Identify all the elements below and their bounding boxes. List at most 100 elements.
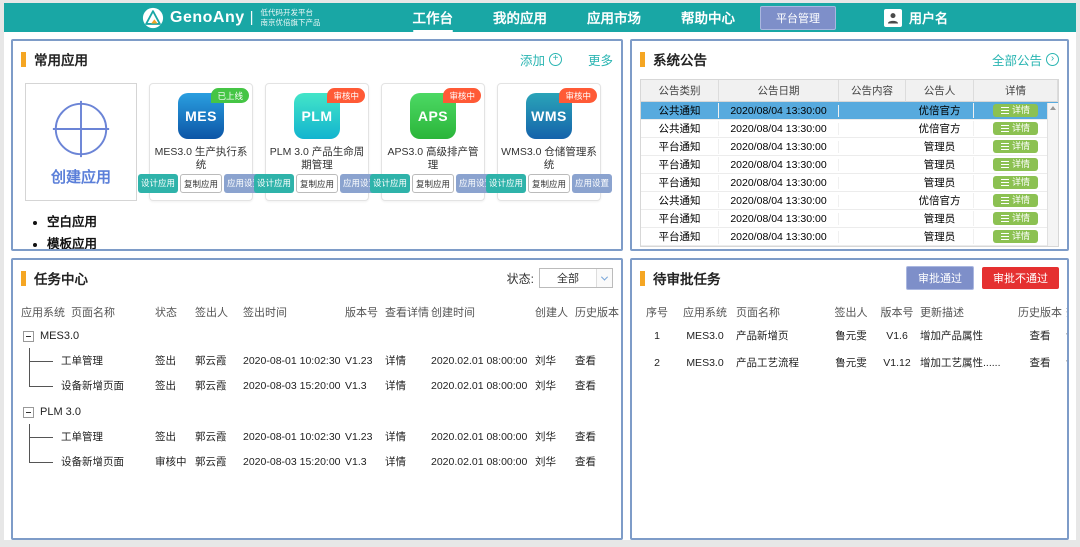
detail-link[interactable]: 详情 [385, 454, 431, 469]
status-badge: 审核中 [559, 88, 597, 103]
announcements-panel: 系统公告 全部公告 › 公告类别 公告日期 公告内容 公告人 详情 [630, 39, 1069, 251]
announcement-row[interactable]: 公共通知 2020/08/04 13:30:00 优倍官方 详情 [641, 192, 1058, 210]
announcement-row[interactable]: 公共通知 2020/08/04 13:30:00 优倍官方 详情 [641, 102, 1058, 120]
detail-button[interactable]: 详情 [993, 104, 1038, 117]
detail-link[interactable]: 详情 [385, 378, 431, 393]
logo-icon [142, 7, 164, 29]
history-link[interactable]: 查看 [575, 353, 613, 368]
detail-button[interactable]: 详情 [993, 122, 1038, 135]
add-app-link[interactable]: 添加 + [520, 50, 562, 69]
tagline-line2: 南京优倍旗下产品 [261, 18, 321, 27]
blank-app-item[interactable]: 空白应用 [47, 211, 613, 233]
table-scrollbar[interactable] [1047, 103, 1058, 246]
accent-bar [21, 52, 26, 67]
detail-link[interactable]: 详情 [385, 429, 431, 444]
status-badge: 已上线 [211, 88, 249, 103]
logo-tagline: 低代码开发平台 南京优倍旗下产品 [261, 8, 321, 27]
list-icon [1001, 107, 1009, 114]
detail-link[interactable]: 详情 [385, 353, 431, 368]
template-app-item[interactable]: 模板应用 [47, 233, 613, 251]
task-group-row: MES3.0 [21, 324, 613, 348]
nav-item-my-apps[interactable]: 我的应用 [493, 4, 547, 32]
design-app-button[interactable]: 设计应用 [138, 174, 178, 193]
task-row[interactable]: 设备新增页面 签出 郭云霞 2020-08-03 15:20:00 V1.3 详… [21, 373, 613, 398]
copy-app-button[interactable]: 复制应用 [296, 174, 338, 193]
approvals-header: 待审批任务 审批通过 审批不通过 [640, 266, 1059, 290]
plus-circle-icon: + [549, 53, 562, 66]
app-settings-button[interactable]: 应用设置 [572, 174, 612, 193]
history-link[interactable]: 查看 [575, 429, 613, 444]
detail-button[interactable]: 详情 [993, 158, 1038, 171]
more-apps-link[interactable]: 更多 [588, 50, 613, 69]
history-link[interactable]: 查看 [1014, 328, 1066, 343]
task-row[interactable]: 工单管理 签出 郭云霞 2020-08-01 10:02:30 V1.23 详情… [21, 348, 613, 373]
list-icon [1001, 161, 1009, 168]
user-menu[interactable]: 用户名 [884, 8, 948, 27]
list-icon [1001, 143, 1009, 150]
status-filter-select[interactable]: 全部 [539, 268, 613, 288]
collapse-icon[interactable] [23, 331, 34, 342]
approval-row[interactable]: 1 MES3.0 产品新增页 鲁元雯 V1.6 增加产品属性 查看 详情 [640, 322, 1059, 349]
list-icon [1001, 233, 1009, 240]
collapse-icon[interactable] [23, 407, 34, 418]
nav-item-workbench[interactable]: 工作台 [413, 4, 454, 32]
status-badge: 审核中 [327, 88, 365, 103]
group-name: MES3.0 [40, 330, 79, 342]
approval-row[interactable]: 2 MES3.0 产品工艺流程 鲁元雯 V1.12 增加工艺属性...... 查… [640, 349, 1059, 376]
list-icon [1001, 125, 1009, 132]
history-link[interactable]: 查看 [1014, 355, 1066, 370]
detail-button[interactable]: 详情 [993, 212, 1038, 225]
task-row[interactable]: 设备新增页面 审核中 郭云霞 2020-08-03 15:20:00 V1.3 … [21, 449, 613, 474]
app-card-wms[interactable]: 审核中 WMS WMS3.0 仓储管理系统 设计应用 复制应用 应用设置 [497, 83, 601, 201]
task-center-header: 任务中心 状态: 全部 [21, 266, 613, 290]
announcement-row[interactable]: 平台通知 2020/08/04 13:30:00 管理员 详情 [641, 228, 1058, 246]
common-apps-title: 常用应用 [34, 49, 88, 69]
detail-button[interactable]: 详情 [993, 230, 1038, 243]
detail-link[interactable]: 详情 [1066, 328, 1069, 343]
announcement-row[interactable]: 平台通知 2020/08/04 13:30:00 管理员 详情 [641, 174, 1058, 192]
tree-connector [29, 424, 61, 449]
announcement-row[interactable]: 平台通知 2020/08/04 13:30:00 管理员 详情 [641, 138, 1058, 156]
approvals-table-header: 序号 应用系统 页面名称 签出人 版本号 更新描述 历史版本 查看详情 [640, 302, 1059, 322]
nav-item-help-center[interactable]: 帮助中心 [681, 4, 735, 32]
app-card-mes[interactable]: 已上线 MES MES3.0 生产执行系统 设计应用 复制应用 应用设置 [149, 83, 253, 201]
design-app-button[interactable]: 设计应用 [486, 174, 526, 193]
announcements-table-header: 公告类别 公告日期 公告内容 公告人 详情 [641, 80, 1058, 102]
app-name: WMS3.0 仓储管理系统 [498, 146, 600, 172]
history-link[interactable]: 查看 [575, 454, 613, 469]
status-badge: 审核中 [443, 88, 481, 103]
scroll-up-icon[interactable] [1050, 106, 1056, 110]
create-app-label: 创建应用 [51, 166, 111, 187]
announcement-row[interactable]: 平台通知 2020/08/04 13:30:00 管理员 详情 [641, 156, 1058, 174]
detail-button[interactable]: 详情 [993, 140, 1038, 153]
accent-bar [640, 52, 645, 67]
detail-link[interactable]: 详情 [1066, 355, 1069, 370]
detail-button[interactable]: 详情 [993, 176, 1038, 189]
app-card-aps[interactable]: 审核中 APS APS3.0 高级排产管理 设计应用 复制应用 应用设置 [381, 83, 485, 201]
design-app-button[interactable]: 设计应用 [370, 174, 410, 193]
approve-button[interactable]: 审批通过 [906, 266, 974, 290]
avatar [884, 9, 902, 27]
copy-app-button[interactable]: 复制应用 [180, 174, 222, 193]
detail-button[interactable]: 详情 [993, 194, 1038, 207]
list-icon [1001, 179, 1009, 186]
logo: GenoAny | 低代码开发平台 南京优倍旗下产品 [142, 7, 321, 29]
design-app-button[interactable]: 设计应用 [254, 174, 294, 193]
announcement-row[interactable]: 公共通知 2020/08/04 13:30:00 优倍官方 详情 [641, 120, 1058, 138]
announcement-row[interactable]: 平台通知 2020/08/04 13:30:00 管理员 详情 [641, 210, 1058, 228]
nav-item-app-market[interactable]: 应用市场 [587, 4, 641, 32]
all-announcements-link[interactable]: 全部公告 › [992, 50, 1059, 69]
create-app-card[interactable]: 创建应用 [25, 83, 137, 201]
copy-app-button[interactable]: 复制应用 [412, 174, 454, 193]
app-card-plm[interactable]: 审核中 PLM PLM 3.0 产品生命周期管理 设计应用 复制应用 应用设置 [265, 83, 369, 201]
app-type-list: 空白应用 模板应用 [21, 211, 613, 251]
username-label: 用户名 [909, 8, 948, 27]
platform-admin-button[interactable]: 平台管理 [760, 6, 836, 30]
copy-app-button[interactable]: 复制应用 [528, 174, 570, 193]
task-row[interactable]: 工单管理 签出 郭云霞 2020-08-01 10:02:30 V1.23 详情… [21, 424, 613, 449]
history-link[interactable]: 查看 [575, 378, 613, 393]
tree-connector [29, 373, 61, 398]
logo-text: GenoAny [170, 9, 245, 27]
top-header-bar: GenoAny | 低代码开发平台 南京优倍旗下产品 工作台 我的应用 应用市场… [4, 3, 1076, 32]
reject-button[interactable]: 审批不通过 [982, 267, 1059, 289]
